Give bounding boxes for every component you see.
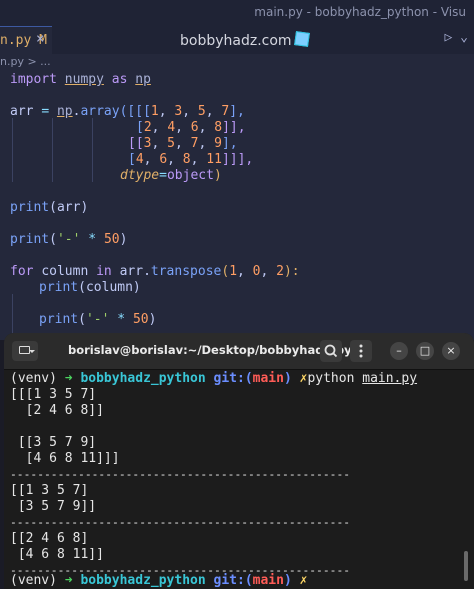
code-line: import numpy as np — [10, 72, 151, 87]
cube-icon — [293, 31, 310, 47]
output-line: [2 4 6 8]] — [10, 403, 104, 418]
terminal-window[interactable]: borislav@borislav:~/Desktop/bobbyhadz_py… — [4, 333, 474, 589]
tab-main-py[interactable]: n.py M × — [0, 26, 52, 54]
output-line: [[[1 3 5 7] — [10, 387, 97, 402]
breadcrumb[interactable]: n.py > ... — [0, 55, 51, 68]
output-line: [4 6 8 11]]] — [10, 451, 120, 466]
code-line: for column in arr.transpose(1, 0, 2): — [10, 264, 300, 279]
output-line: [4 6 8 11]] — [10, 547, 104, 562]
kebab-menu-icon[interactable] — [350, 340, 372, 362]
code-line: print(arr) — [10, 200, 89, 215]
run-icon[interactable]: ▷ ⌄ — [445, 30, 468, 45]
output-line: [3 5 7 9]] — [10, 499, 97, 514]
terminal-header: borislav@borislav:~/Desktop/bobbyhadz_py… — [4, 333, 474, 370]
editor-titlebar: main.py - bobbyhadz_python - Visu — [0, 0, 474, 26]
indent-guide — [52, 118, 53, 182]
code-line: print('-' * 50) — [10, 232, 128, 247]
window-title: main.py - bobbyhadz_python - Visu — [254, 5, 466, 19]
output-line: [[1 3 5 7] — [10, 483, 89, 498]
code-line: [2, 4, 6, 8]], — [136, 120, 246, 135]
indent-guide — [12, 294, 13, 334]
code-line: dtype=object) — [120, 168, 222, 183]
site-title: bobbyhadz.com — [180, 31, 310, 49]
scrollbar[interactable] — [464, 551, 468, 581]
new-tab-icon[interactable] — [12, 341, 38, 361]
code-line: print('-' * 50) — [39, 312, 157, 327]
indent-guide — [12, 118, 13, 182]
output-line: [[2 4 6 8] — [10, 531, 89, 546]
minimize-button[interactable]: – — [390, 342, 408, 360]
terminal-output[interactable]: (venv) ➜ bobbyhadz_python git:(main) ✗py… — [10, 371, 468, 589]
output-line: [[3 5 7 9] — [10, 435, 97, 450]
code-line: print(column) — [39, 280, 141, 295]
tab-filename: n.py — [0, 33, 32, 48]
output-line: ----------------------------------------… — [10, 516, 351, 529]
close-icon[interactable]: × — [36, 31, 44, 47]
output-line: ----------------------------------------… — [10, 468, 351, 481]
editor-tab-bar: n.py M × bobbyhadz.com ▷ ⌄ — [0, 26, 474, 54]
prompt-line: (venv) ➜ bobbyhadz_python git:(main) ✗py… — [10, 371, 418, 386]
code-editor-window[interactable]: main.py - bobbyhadz_python - Visu n.py M… — [0, 0, 474, 340]
close-button[interactable]: × — [442, 342, 460, 360]
maximize-button[interactable]: □ — [416, 342, 434, 360]
search-icon[interactable] — [320, 340, 342, 362]
code-line: [4, 6, 8, 11]]], — [128, 152, 254, 167]
code-line: [[3, 5, 7, 9], — [128, 136, 238, 151]
indent-guide — [92, 118, 93, 182]
prompt-line: (venv) ➜ bobbyhadz_python git:(main) ✗ — [10, 573, 308, 588]
code-line: arr = np.array([[[1, 3, 5, 7], — [10, 104, 245, 119]
